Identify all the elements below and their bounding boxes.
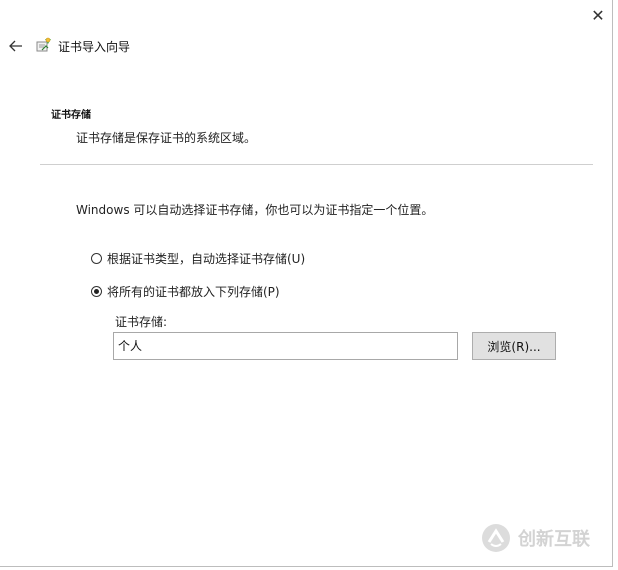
certificate-store-field[interactable]: 个人	[113, 332, 458, 360]
close-button[interactable]: ✕	[585, 4, 611, 26]
radio-button[interactable]	[91, 253, 102, 264]
section-description: 证书存储是保存证书的系统区域。	[76, 131, 257, 145]
wizard-title: 证书导入向导	[58, 40, 131, 54]
browse-button[interactable]: 浏览(R)...	[472, 332, 556, 360]
watermark: 创新互联	[480, 522, 590, 554]
intro-text: Windows 可以自动选择证书存储，你也可以为证书指定一个位置。	[76, 203, 434, 217]
watermark-text: 创新互联	[518, 529, 590, 550]
radio-place-all-in-store[interactable]: 将所有的证书都放入下列存储(P)	[91, 283, 280, 300]
arrow-left-icon	[9, 40, 22, 52]
watermark-logo-icon	[482, 524, 510, 552]
section-heading: 证书存储	[51, 110, 91, 121]
close-icon: ✕	[591, 5, 605, 25]
radio-label: 根据证书类型，自动选择证书存储(U)	[107, 252, 306, 266]
certificate-icon	[36, 37, 51, 52]
certificate-import-wizard-window: ✕ 证书导入向导 证书存储 证书存储是保存证书的系统区域。 Windows 可以…	[0, 0, 613, 567]
divider	[40, 164, 593, 165]
radio-auto-select-store[interactable]: 根据证书类型，自动选择证书存储(U)	[91, 250, 305, 267]
radio-label: 将所有的证书都放入下列存储(P)	[107, 285, 280, 299]
back-button[interactable]	[6, 36, 26, 56]
certificate-store-label: 证书存储:	[115, 315, 168, 329]
radio-button[interactable]	[91, 286, 102, 297]
